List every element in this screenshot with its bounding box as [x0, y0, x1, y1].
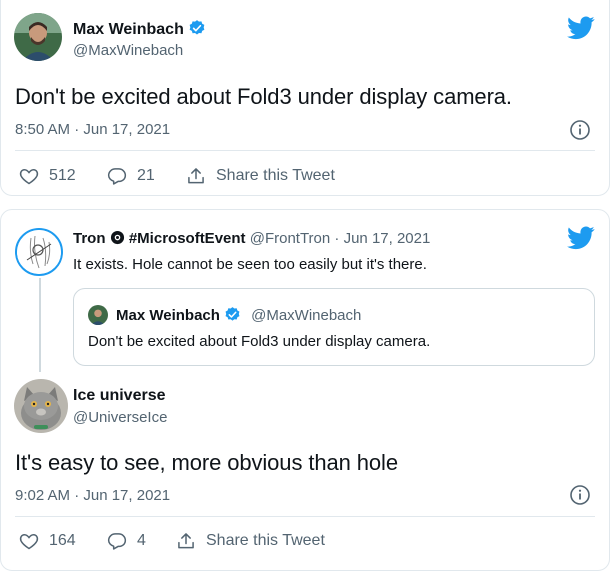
- reply-separator: ·: [330, 230, 344, 247]
- reply-author-handle[interactable]: @FrontTron: [250, 230, 331, 247]
- thread-line: [39, 278, 41, 372]
- divider: [15, 150, 595, 151]
- author-avatar[interactable]: [14, 379, 68, 433]
- twitter-bird-icon[interactable]: [567, 226, 595, 250]
- quoted-text: Don't be excited about Fold3 under displ…: [88, 333, 431, 350]
- reply-author-avatar[interactable]: [15, 228, 63, 276]
- sun-icon: [110, 230, 125, 249]
- quoted-author-name: Max Weinbach: [116, 307, 220, 324]
- reply-icon: [107, 168, 127, 185]
- author-name[interactable]: Ice universe: [73, 387, 166, 405]
- twitter-bird-icon[interactable]: [567, 16, 595, 40]
- quoted-header: Max Weinbach @MaxWinebach: [116, 306, 361, 327]
- like-count: 512: [49, 167, 76, 184]
- reply-button[interactable]: 21: [107, 166, 155, 186]
- author-handle[interactable]: @MaxWinebach: [73, 42, 183, 59]
- tweet-timestamp[interactable]: 8:50 AM · Jun 17, 2021: [15, 121, 170, 138]
- like-button[interactable]: 164: [19, 531, 76, 551]
- author-name[interactable]: Max Weinbach: [73, 19, 206, 42]
- reply-icon: [107, 533, 127, 550]
- tweet-timestamp[interactable]: 9:02 AM · Jun 17, 2021: [15, 487, 170, 504]
- share-label: Share this Tweet: [216, 167, 335, 184]
- author-avatar[interactable]: [14, 13, 62, 61]
- share-label: Share this Tweet: [206, 532, 325, 549]
- share-button[interactable]: Share this Tweet: [186, 166, 335, 186]
- share-icon: [178, 533, 194, 549]
- verified-badge-icon: [224, 306, 241, 327]
- tweet-embed-card: Tron #MicrosoftEvent @FrontTron · Jun 17…: [0, 209, 610, 571]
- reply-date[interactable]: Jun 17, 2021: [344, 230, 431, 247]
- quoted-tweet[interactable]: Max Weinbach @MaxWinebach Don't be excit…: [73, 288, 595, 366]
- info-icon[interactable]: [569, 484, 591, 506]
- tweet-text: It's easy to see, more obvious than hole: [15, 450, 398, 475]
- heart-icon: [19, 533, 39, 550]
- tweet-text: Don't be excited about Fold3 under displ…: [15, 84, 512, 109]
- like-count: 164: [49, 532, 76, 549]
- info-icon[interactable]: [569, 119, 591, 141]
- reply-header: Tron #MicrosoftEvent @FrontTron · Jun 17…: [73, 230, 430, 249]
- verified-badge-icon: [188, 19, 206, 42]
- reply-author-name[interactable]: Tron: [73, 230, 106, 247]
- reply-button[interactable]: 4: [107, 531, 146, 551]
- quoted-author-handle: @MaxWinebach: [251, 307, 362, 324]
- share-button[interactable]: Share this Tweet: [176, 531, 325, 551]
- share-icon: [188, 168, 204, 184]
- author-handle[interactable]: @UniverseIce: [73, 409, 167, 426]
- reply-text: It exists. Hole cannot be seen too easil…: [73, 256, 427, 273]
- like-button[interactable]: 512: [19, 166, 76, 186]
- tweet-embed-card: Max Weinbach @MaxWinebach Don't be excit…: [0, 0, 610, 196]
- heart-icon: [19, 168, 39, 185]
- divider: [15, 516, 595, 517]
- quoted-author-avatar: [88, 305, 108, 325]
- reply-count: 21: [137, 167, 155, 184]
- reply-author-tag[interactable]: #MicrosoftEvent: [129, 230, 246, 247]
- author-name-text: Max Weinbach: [73, 21, 184, 38]
- reply-count: 4: [137, 532, 146, 549]
